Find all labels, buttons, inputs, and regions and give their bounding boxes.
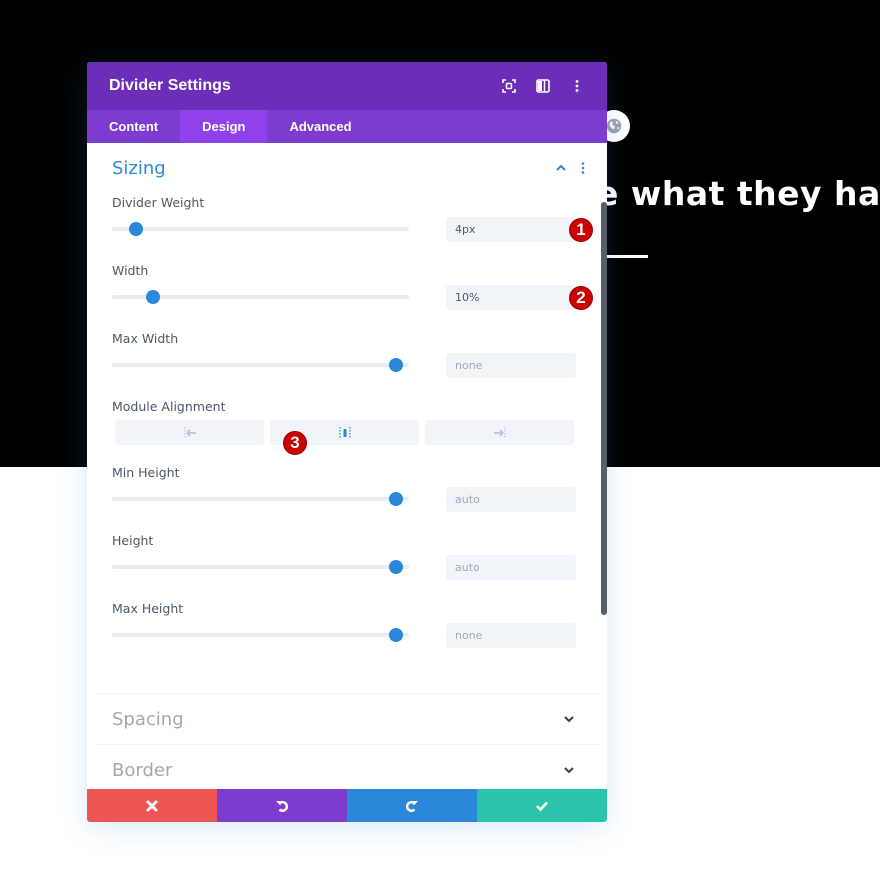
max-height-field: Max Height none <box>87 599 607 667</box>
chevron-down-icon <box>564 767 574 774</box>
modal-tabs: Content Design Advanced <box>87 110 607 143</box>
field-label: Max Height <box>112 601 184 616</box>
max-width-slider-track[interactable] <box>112 363 409 367</box>
redo-icon <box>405 800 418 812</box>
border-section-title: Border <box>112 759 173 781</box>
align-right-icon <box>493 426 506 439</box>
min-height-slider-track[interactable] <box>112 497 409 501</box>
undo-icon <box>276 800 289 812</box>
module-alignment-field: Module Alignment 3 <box>87 397 607 463</box>
step-badge-3: 3 <box>283 431 307 455</box>
check-icon <box>536 801 548 811</box>
field-label: Divider Weight <box>112 195 205 210</box>
min-height-field: Min Height auto <box>87 463 607 531</box>
expand-spacing-button[interactable] <box>562 712 576 726</box>
globe-icon <box>606 118 622 134</box>
chevron-up-icon <box>556 164 566 171</box>
max-width-field: Max Width none <box>87 329 607 397</box>
field-label: Max Width <box>112 331 179 346</box>
align-left-button[interactable] <box>115 420 264 445</box>
more-options-icon <box>575 80 579 92</box>
width-input[interactable]: 10% <box>446 285 576 310</box>
more-options-button[interactable] <box>569 78 585 94</box>
height-slider-handle[interactable] <box>389 560 404 574</box>
align-left-icon <box>183 426 196 439</box>
max-height-slider-track[interactable] <box>112 633 409 637</box>
sizing-options-button[interactable] <box>578 161 588 175</box>
field-label: Min Height <box>112 465 180 480</box>
collapse-sizing-button[interactable] <box>554 161 568 175</box>
min-height-input[interactable]: auto <box>446 487 576 512</box>
tab-advanced[interactable]: Advanced <box>267 110 373 143</box>
undo-button[interactable] <box>217 789 347 822</box>
divider-module-preview[interactable] <box>600 255 648 258</box>
chevron-down-icon <box>564 716 574 723</box>
fullscreen-icon <box>502 79 516 93</box>
close-icon <box>146 800 158 811</box>
modal-header: Divider Settings <box>87 62 607 110</box>
expand-border-button[interactable] <box>562 763 576 777</box>
modal-title: Divider Settings <box>109 77 231 94</box>
field-label: Module Alignment <box>112 399 226 414</box>
fullscreen-button[interactable] <box>501 78 517 94</box>
redo-button[interactable] <box>347 789 477 822</box>
max-width-input[interactable]: none <box>446 353 576 378</box>
spacing-section-header[interactable]: Spacing <box>87 694 607 744</box>
divider-weight-slider-track[interactable] <box>112 227 409 231</box>
width-field: Width 10% 2 <box>87 261 607 329</box>
divider-weight-input[interactable]: 4px <box>446 217 576 242</box>
split-view-button[interactable] <box>535 78 551 94</box>
more-options-icon <box>581 162 585 174</box>
min-height-slider-handle[interactable] <box>389 492 404 506</box>
field-label: Width <box>112 263 149 278</box>
width-slider-handle[interactable] <box>145 290 160 304</box>
modal-footer <box>87 789 607 822</box>
step-badge-2: 2 <box>569 286 593 310</box>
divider-weight-slider-handle[interactable] <box>128 222 143 236</box>
max-height-slider-handle[interactable] <box>389 628 404 642</box>
step-badge-1: 1 <box>569 218 593 242</box>
split-view-icon <box>536 79 550 93</box>
page: e what they have Divider Settings <box>0 0 880 894</box>
divider-settings-modal: Divider Settings Content Design Advanced… <box>87 62 607 822</box>
max-width-slider-handle[interactable] <box>389 358 404 372</box>
border-section-header[interactable]: Border <box>87 745 607 788</box>
max-height-input[interactable]: none <box>446 623 576 648</box>
height-field: Height auto <box>87 531 607 599</box>
modal-content: Sizing Divider Weight 4px 1 Width 10% 2 … <box>87 143 607 788</box>
height-slider-track[interactable] <box>112 565 409 569</box>
discard-button[interactable] <box>87 789 217 822</box>
divider-weight-field: Divider Weight 4px 1 <box>87 193 607 261</box>
tab-content[interactable]: Content <box>87 110 180 143</box>
align-right-button[interactable] <box>425 420 574 445</box>
align-center-icon <box>338 426 351 439</box>
height-input[interactable]: auto <box>446 555 576 580</box>
sizing-section-header[interactable]: Sizing <box>87 143 607 193</box>
hero-headline: e what they have <box>596 174 880 213</box>
tab-design[interactable]: Design <box>180 110 268 143</box>
save-button[interactable] <box>477 789 607 822</box>
modal-scrollbar[interactable] <box>601 202 607 615</box>
spacing-section-title: Spacing <box>112 708 184 730</box>
sizing-section-title: Sizing <box>112 157 166 179</box>
field-label: Height <box>112 533 154 548</box>
